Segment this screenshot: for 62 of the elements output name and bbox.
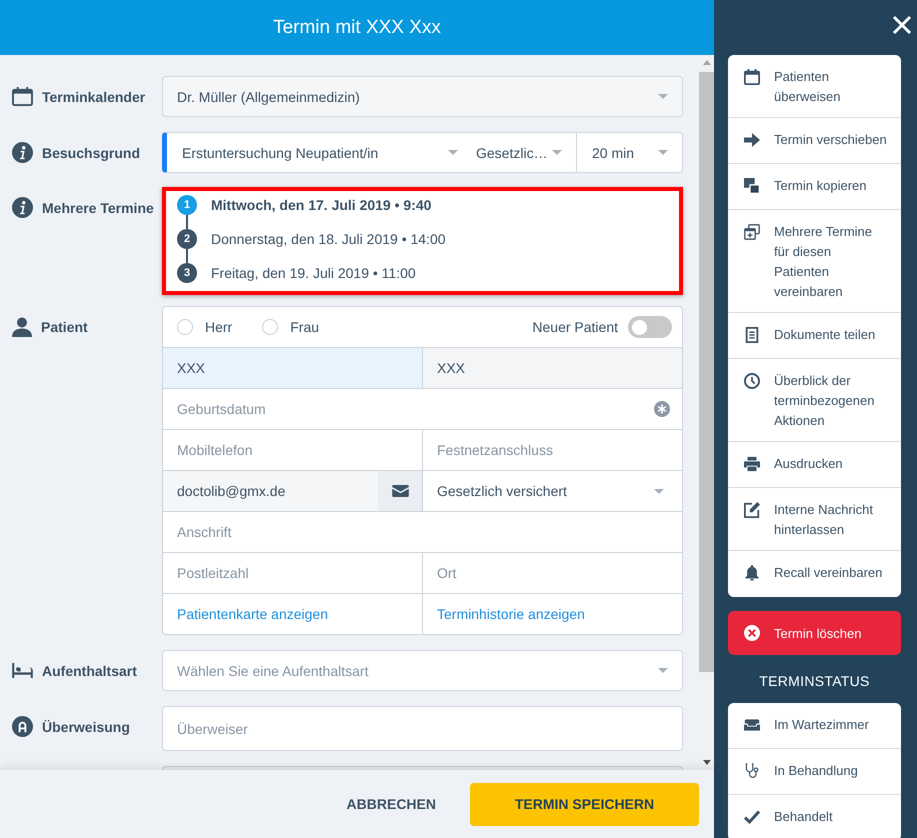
step-number: 3 [177,263,197,283]
person-icon [12,316,32,336]
scrollbar-track[interactable] [699,55,714,770]
field-label: Patient [41,318,88,334]
section-heading: TERMINSTATUS [758,672,871,691]
close-icon [892,15,912,35]
menu-item[interactable]: Patienten überweisen [728,55,901,118]
calendar-icon [744,69,760,85]
info-icon [12,142,33,163]
save-button[interactable]: TERMIN SPEICHERN [470,782,699,826]
document-icon [744,327,760,343]
clock-icon [744,373,760,389]
close-circle-icon [744,625,760,641]
timeline-connector [186,249,188,263]
calendar-select[interactable]: Dr. Müller (Allgemeinmedizin) [162,76,683,117]
sofa-icon [744,717,760,733]
salutation-radio[interactable]: Herr [177,319,232,335]
dialog-title: Termin mit XXX Xxx [273,16,441,38]
calendar-plus-icon [744,224,760,240]
field-label: Terminkalender [42,88,146,104]
field-label: Aufenthaltsart [42,662,137,678]
appointment-date[interactable]: Donnerstag, den 18. Juli 2019 • 14:00 [211,231,446,247]
field-label: Überweisung [42,718,130,734]
scroll-up-icon[interactable] [702,60,710,65]
step-number: 2 [177,229,197,249]
insurance-select[interactable]: Gesetzlich versichert [423,471,682,511]
letter-a-icon [12,716,33,737]
salutation-radio[interactable]: Frau [262,319,320,335]
printer-icon [744,456,760,472]
close-button[interactable] [892,15,912,35]
field-label: Mehrere Termine [42,200,154,216]
caret-icon [658,94,668,99]
calendar-icon [12,87,33,106]
email-field[interactable]: doctolib@gmx.de [163,471,378,511]
bed-icon [12,663,33,678]
delete-button[interactable]: Termin löschen [728,611,901,655]
checkmark-icon [744,809,760,825]
toggle-switch[interactable] [628,316,672,338]
timeline-connector [186,215,188,229]
caret-icon [654,488,664,494]
caret-icon [658,668,668,673]
cancel-button[interactable]: ABBRECHEN [326,782,456,826]
appointment-date[interactable]: Mittwoch, den 17. Juli 2019 • 9:40 [211,197,432,213]
field-label: Besuchsgrund [42,144,140,160]
radio-button[interactable] [262,319,278,335]
info-icon [12,197,33,218]
edit-icon [744,502,760,518]
email-button[interactable] [378,471,422,511]
status-item[interactable]: Im Wartezimmer [728,703,901,749]
arrow-right-icon [744,132,760,148]
text-field[interactable]: XXX [423,348,682,388]
appointment-date[interactable]: Freitag, den 19. Juli 2019 • 11:00 [211,265,416,281]
envelope-icon [392,485,408,497]
step-number: 1 [177,195,197,215]
radio-button[interactable] [177,319,193,335]
text-field[interactable]: XXX [163,348,423,388]
scrollbar-thumb[interactable] [699,72,714,672]
toggle-label: Neuer Patient [532,319,618,335]
bell-icon [744,565,760,581]
stethoscope-icon [744,763,760,779]
scroll-down-icon[interactable] [702,760,710,765]
copy-icon [744,178,760,194]
